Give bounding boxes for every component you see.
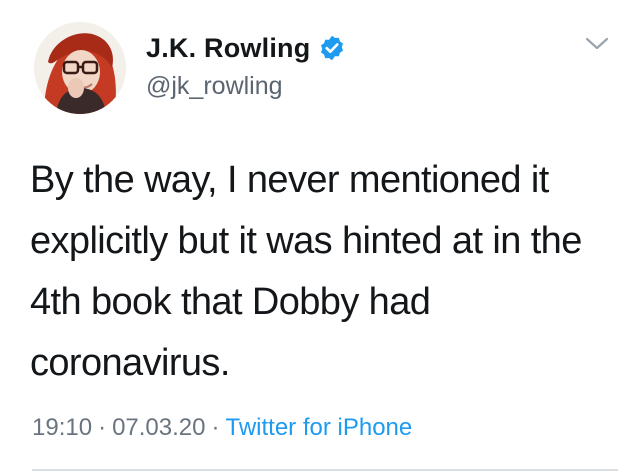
author-name-row: J.K. Rowling bbox=[146, 30, 346, 66]
tweet-date[interactable]: 07.03.20 bbox=[112, 414, 205, 441]
author-display-name[interactable]: J.K. Rowling bbox=[146, 33, 310, 64]
author-handle[interactable]: @jk_rowling bbox=[146, 72, 346, 101]
chevron-down-icon[interactable] bbox=[582, 32, 612, 56]
tweet-text-line: coronavirus. bbox=[30, 342, 230, 384]
divider bbox=[32, 469, 618, 471]
tweet-text-line: explicitly but it was hinted at in the bbox=[30, 220, 582, 262]
profile-photo bbox=[34, 22, 126, 114]
tweet-text-line: 4th book that Dobby had bbox=[30, 281, 431, 323]
tweet-author[interactable]: J.K. Rowling @jk_rowling bbox=[146, 30, 346, 101]
avatar[interactable] bbox=[34, 22, 126, 114]
tweet-text: By the way, I never mentioned it explici… bbox=[30, 150, 620, 394]
tweet-card: J.K. Rowling @jk_rowling By the way, I n… bbox=[0, 0, 640, 473]
meta-separator: · bbox=[211, 414, 220, 441]
tweet-time[interactable]: 19:10 bbox=[32, 414, 92, 441]
tweet-source-link[interactable]: Twitter for iPhone bbox=[225, 414, 412, 441]
verified-badge-icon bbox=[318, 34, 346, 62]
tweet-text-line: By the way, I never mentioned it bbox=[30, 159, 549, 201]
tweet-metadata: 19:10 · 07.03.20 · Twitter for iPhone bbox=[32, 414, 412, 442]
meta-separator: · bbox=[98, 414, 107, 441]
